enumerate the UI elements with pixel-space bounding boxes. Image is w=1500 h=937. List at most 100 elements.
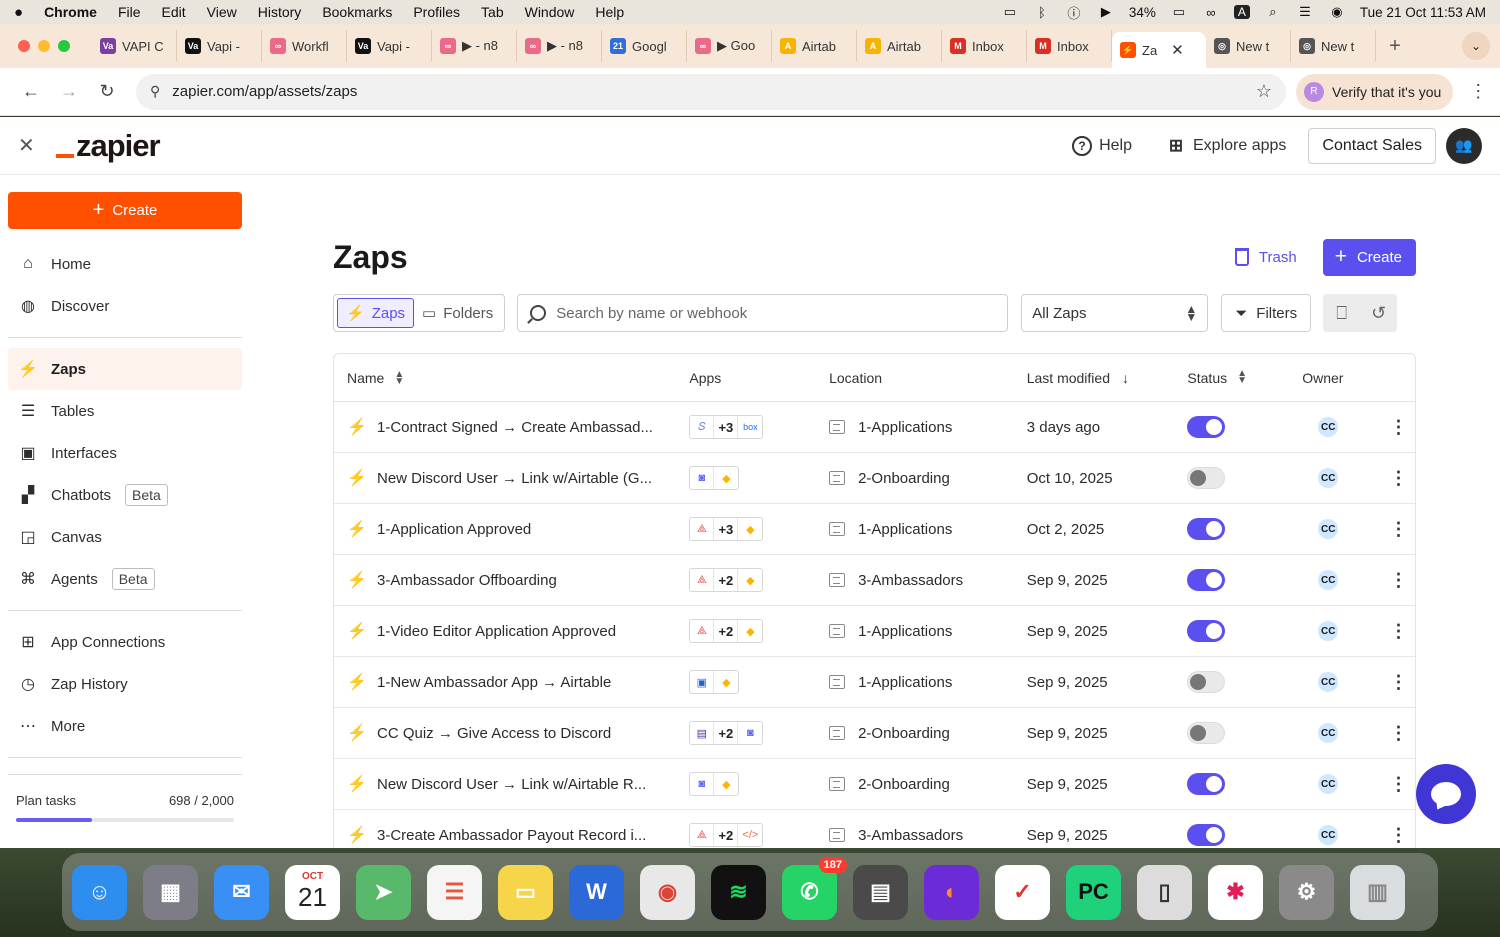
sidebar-item-home[interactable]: ⌂ Home bbox=[8, 243, 242, 285]
sidebar-item-canvas[interactable]: ◲ Canvas bbox=[8, 516, 242, 558]
zap-status-toggle[interactable] bbox=[1187, 518, 1226, 540]
table-row[interactable]: ⚡ 3-Ambassador Offboarding ⟁ +2 ◆ 3-Ambassado… bbox=[334, 555, 1415, 606]
tab-folders[interactable]: ▭ Folders bbox=[414, 298, 501, 328]
zap-apps[interactable]: ⟁ +2 ◆ bbox=[689, 619, 764, 643]
menu-chrome[interactable]: Chrome bbox=[44, 4, 97, 20]
reload-button[interactable]: ↻ bbox=[90, 75, 124, 109]
browser-tab[interactable]: ∞ ▶ - n8 bbox=[432, 30, 517, 62]
zap-status-toggle[interactable] bbox=[1187, 569, 1226, 591]
whatsapp-icon[interactable]: ✆ 187 bbox=[782, 856, 847, 920]
search-input[interactable] bbox=[556, 304, 977, 322]
create-zap-button[interactable]: + Create bbox=[1322, 238, 1416, 276]
zap-scope-select[interactable]: All Zaps ▲ ▼ bbox=[1021, 294, 1209, 332]
new-tab-button[interactable]: + bbox=[1382, 35, 1408, 58]
column-status[interactable]: Status ▲ ▼ bbox=[1187, 368, 1302, 386]
trash-icon[interactable]: ▥ bbox=[1350, 864, 1405, 920]
menu-bookmarks[interactable]: Bookmarks bbox=[322, 4, 392, 20]
link-icon[interactable]: ∞ bbox=[1202, 5, 1220, 20]
browser-tab[interactable]: Va Vapi - bbox=[347, 30, 432, 62]
sidebar-item-tables[interactable]: ☰ Tables bbox=[8, 390, 242, 432]
menubar-datetime[interactable]: Tue 21 Oct 11:53 AM bbox=[1360, 5, 1486, 20]
table-row[interactable]: ⚡ 1-New Ambassador App → Airtable ▣ ◆ 1-Appl… bbox=[334, 657, 1415, 708]
zap-name-link[interactable]: 1-Video Editor Application Approved bbox=[377, 623, 616, 640]
calculator-icon[interactable]: ▤ bbox=[853, 864, 908, 920]
pycharm-icon[interactable]: PC bbox=[1066, 864, 1121, 920]
search-icon[interactable]: ⌕ bbox=[1264, 4, 1282, 19]
iphone-mirroring-icon[interactable]: ▯ bbox=[1137, 864, 1192, 920]
url-text[interactable]: zapier.com/app/assets/zaps bbox=[172, 83, 357, 100]
zap-location[interactable]: 1-Applications bbox=[858, 623, 952, 640]
zap-apps[interactable]: ⟁ +3 ◆ bbox=[689, 517, 764, 541]
system-settings-icon[interactable]: ⚙ bbox=[1279, 864, 1334, 920]
browser-tab[interactable]: M Inbox bbox=[942, 30, 1027, 62]
browser-tab[interactable]: Va VAPI C bbox=[92, 30, 177, 62]
row-actions-icon[interactable]: ⋮ bbox=[1382, 570, 1415, 591]
chrome-menu-icon[interactable]: ⋮ bbox=[1469, 81, 1487, 102]
browser-tab[interactable]: M Inbox bbox=[1027, 30, 1112, 62]
zap-name-link[interactable]: CC Quiz → Give Access to Discord bbox=[377, 725, 611, 742]
menu-tab[interactable]: Tab bbox=[481, 4, 504, 20]
sidebar-create-button[interactable]: + Create bbox=[8, 192, 242, 229]
zap-apps[interactable]: ◙ ◆ bbox=[689, 466, 740, 490]
trash-button[interactable]: Trash bbox=[1234, 248, 1297, 266]
sidebar-item-more[interactable]: ⋯ More bbox=[8, 705, 242, 747]
tab-search-button[interactable]: ⌄ bbox=[1462, 32, 1490, 60]
browser-tab[interactable]: Va Vapi - bbox=[177, 30, 262, 62]
zap-name-link[interactable]: 1-Contract Signed → Create Ambassad... bbox=[377, 419, 653, 436]
address-bar[interactable]: ⚲ zapier.com/app/assets/zaps ☆ bbox=[136, 73, 1286, 110]
sidebar-item-chatbots[interactable]: ▞ Chatbots Beta bbox=[8, 474, 242, 516]
firefox-icon[interactable]: ◐ bbox=[924, 864, 979, 920]
row-actions-icon[interactable]: ⋮ bbox=[1382, 825, 1415, 846]
browser-tab[interactable]: 21 Googl bbox=[602, 30, 687, 62]
input-source[interactable]: A bbox=[1233, 5, 1250, 19]
zap-name-link[interactable]: New Discord User → Link w/Airtable R... bbox=[377, 776, 646, 793]
zap-name-link[interactable]: 1-Application Approved bbox=[377, 521, 531, 538]
tab-zaps[interactable]: ⚡ Zaps bbox=[337, 298, 415, 328]
table-row[interactable]: ⚡ New Discord User → Link w/Airtable R...… bbox=[334, 759, 1415, 810]
play-icon[interactable]: ▶ bbox=[1097, 4, 1115, 19]
browser-tab[interactable]: ⚡ Za ✕ bbox=[1112, 32, 1206, 68]
reminders-icon[interactable]: ☰ bbox=[427, 864, 482, 920]
menu-profiles[interactable]: Profiles bbox=[413, 4, 460, 20]
browser-tab[interactable]: ∞ Workfl bbox=[262, 30, 347, 62]
row-actions-icon[interactable]: ⋮ bbox=[1382, 723, 1415, 744]
control-center-icon[interactable]: ☰ bbox=[1296, 4, 1314, 19]
siri-icon[interactable]: ◉ bbox=[1328, 4, 1346, 19]
apple-menu-icon[interactable]: ● bbox=[14, 4, 23, 21]
menu-help[interactable]: Help bbox=[595, 4, 624, 20]
zap-apps[interactable]: 𝑆 +3 box bbox=[689, 415, 764, 439]
slack-icon[interactable]: ✱ bbox=[1208, 864, 1263, 920]
row-actions-icon[interactable]: ⋮ bbox=[1382, 417, 1415, 438]
zap-status-toggle[interactable] bbox=[1187, 722, 1226, 744]
vpn-icon[interactable]: ⓘ bbox=[1065, 5, 1083, 21]
chrome-icon[interactable]: ◉ bbox=[640, 864, 695, 920]
column-last-modified[interactable]: Last modified ↓ bbox=[1027, 370, 1188, 386]
row-actions-icon[interactable]: ⋮ bbox=[1382, 468, 1415, 489]
back-button[interactable]: ← bbox=[14, 75, 48, 109]
close-window-button[interactable] bbox=[18, 40, 30, 52]
zap-apps[interactable]: ⟁ +2 </> bbox=[689, 823, 764, 847]
launchpad-icon[interactable]: ▦ bbox=[143, 864, 198, 920]
refresh-icon[interactable]: ↺ bbox=[1360, 294, 1397, 332]
column-name[interactable]: Name ▲ ▼ bbox=[334, 369, 689, 386]
browser-tab[interactable]: ◎ New t bbox=[1206, 30, 1291, 62]
browser-tab[interactable]: ∞ ▶ - n8 bbox=[517, 30, 602, 62]
finder-icon[interactable]: ☺ bbox=[72, 864, 127, 920]
zap-apps[interactable]: ▤ +2 ◙ bbox=[689, 721, 764, 745]
verify-identity-chip[interactable]: R Verify that it's you bbox=[1296, 73, 1454, 110]
table-row[interactable]: ⚡ New Discord User → Link w/Airtable (G..… bbox=[334, 453, 1415, 504]
zap-apps[interactable]: ◙ ◆ bbox=[689, 772, 740, 796]
row-actions-icon[interactable]: ⋮ bbox=[1382, 672, 1415, 693]
browser-tab[interactable]: ◎ New t bbox=[1291, 30, 1376, 62]
zoom-window-button[interactable] bbox=[58, 40, 70, 52]
zap-status-toggle[interactable] bbox=[1187, 467, 1226, 489]
row-actions-icon[interactable]: ⋮ bbox=[1382, 621, 1415, 642]
support-chat-button[interactable] bbox=[1416, 764, 1476, 824]
bookmark-star-icon[interactable]: ☆ bbox=[1256, 81, 1272, 102]
zapier-logo[interactable]: zapier bbox=[56, 128, 161, 164]
zap-status-toggle[interactable] bbox=[1187, 620, 1226, 642]
forward-button[interactable]: → bbox=[52, 75, 86, 109]
zap-location[interactable]: 3-Ambassadors bbox=[858, 827, 963, 844]
zap-apps[interactable]: ⟁ +2 ◆ bbox=[689, 568, 764, 592]
zap-status-toggle[interactable] bbox=[1187, 773, 1226, 795]
